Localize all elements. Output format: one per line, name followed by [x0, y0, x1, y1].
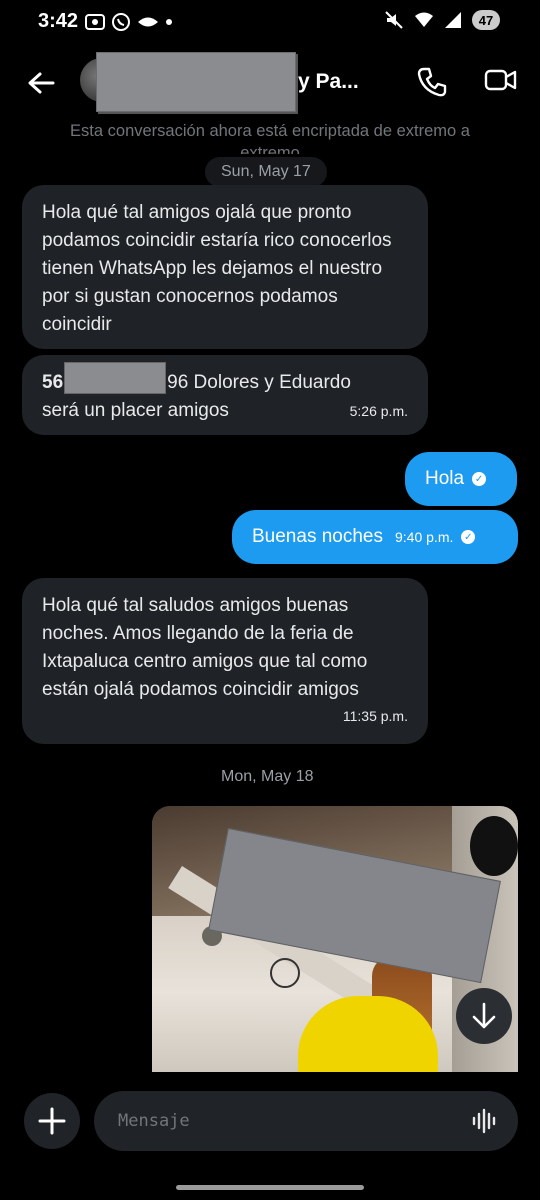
screenshot-icon	[85, 14, 105, 30]
redaction-box	[64, 362, 166, 394]
contact-name[interactable]: y Pa...	[298, 70, 359, 94]
voice-message-icon[interactable]	[472, 1108, 496, 1134]
photo-cap	[470, 816, 518, 876]
notification-icon	[138, 17, 158, 27]
message-text: Hola qué tal saludos amigos buenas noche…	[42, 595, 368, 700]
status-icons-right: 47	[384, 10, 500, 30]
call-button[interactable]	[416, 66, 450, 100]
photo-cable	[270, 958, 300, 988]
message-input-container[interactable]	[94, 1091, 518, 1151]
dot-icon	[166, 19, 172, 25]
message-text: 56	[42, 372, 64, 393]
arrow-left-icon	[28, 72, 55, 94]
message-text: Hola	[425, 468, 465, 489]
plus-icon	[38, 1107, 66, 1135]
phone-icon	[417, 67, 447, 97]
encryption-notice: Esta conversación ahora está encriptada …	[70, 122, 470, 154]
message-bubble-incoming[interactable]: Hola qué tal saludos amigos buenas noche…	[22, 578, 428, 744]
status-icons-left	[85, 12, 173, 32]
add-attachment-button[interactable]	[24, 1093, 80, 1149]
message-bubble-outgoing[interactable]: Hola ✓	[405, 452, 517, 506]
home-indicator[interactable]	[176, 1185, 364, 1190]
message-bubble-outgoing[interactable]: Buenas noches 9:40 p.m. ✓	[232, 510, 518, 564]
message-text: Hola qué tal amigos ojalá que pronto pod…	[42, 202, 392, 335]
mute-icon	[385, 11, 403, 29]
date-separator: Sun, May 17	[205, 157, 327, 187]
wifi-icon	[415, 12, 433, 27]
whatsapp-icon	[112, 13, 130, 31]
battery-icon: 47	[472, 10, 500, 30]
status-time: 3:42	[38, 10, 79, 32]
arrow-down-icon	[472, 1002, 496, 1029]
message-bubble-incoming[interactable]: Hola qué tal amigos ojalá que pronto pod…	[22, 185, 428, 349]
message-text: 96 Dolores y Eduardo	[167, 372, 351, 393]
video-call-button[interactable]	[484, 66, 520, 100]
message-input[interactable]	[116, 1110, 472, 1132]
date-separator: Mon, May 18	[221, 768, 314, 785]
message-time: 9:40 p.m.	[395, 529, 454, 545]
message-text: será un placer amigos	[42, 400, 229, 421]
redaction-box	[96, 52, 296, 112]
message-time: 5:26 p.m.	[349, 403, 408, 419]
check-icon: ✓	[461, 530, 476, 544]
video-camera-icon	[484, 69, 517, 91]
scroll-down-button[interactable]	[456, 988, 512, 1044]
signal-icon	[445, 12, 461, 28]
message-text: Buenas noches	[252, 526, 383, 547]
check-icon: ✓	[472, 472, 487, 486]
back-button[interactable]	[24, 66, 58, 100]
message-time: 11:35 p.m.	[342, 708, 408, 724]
